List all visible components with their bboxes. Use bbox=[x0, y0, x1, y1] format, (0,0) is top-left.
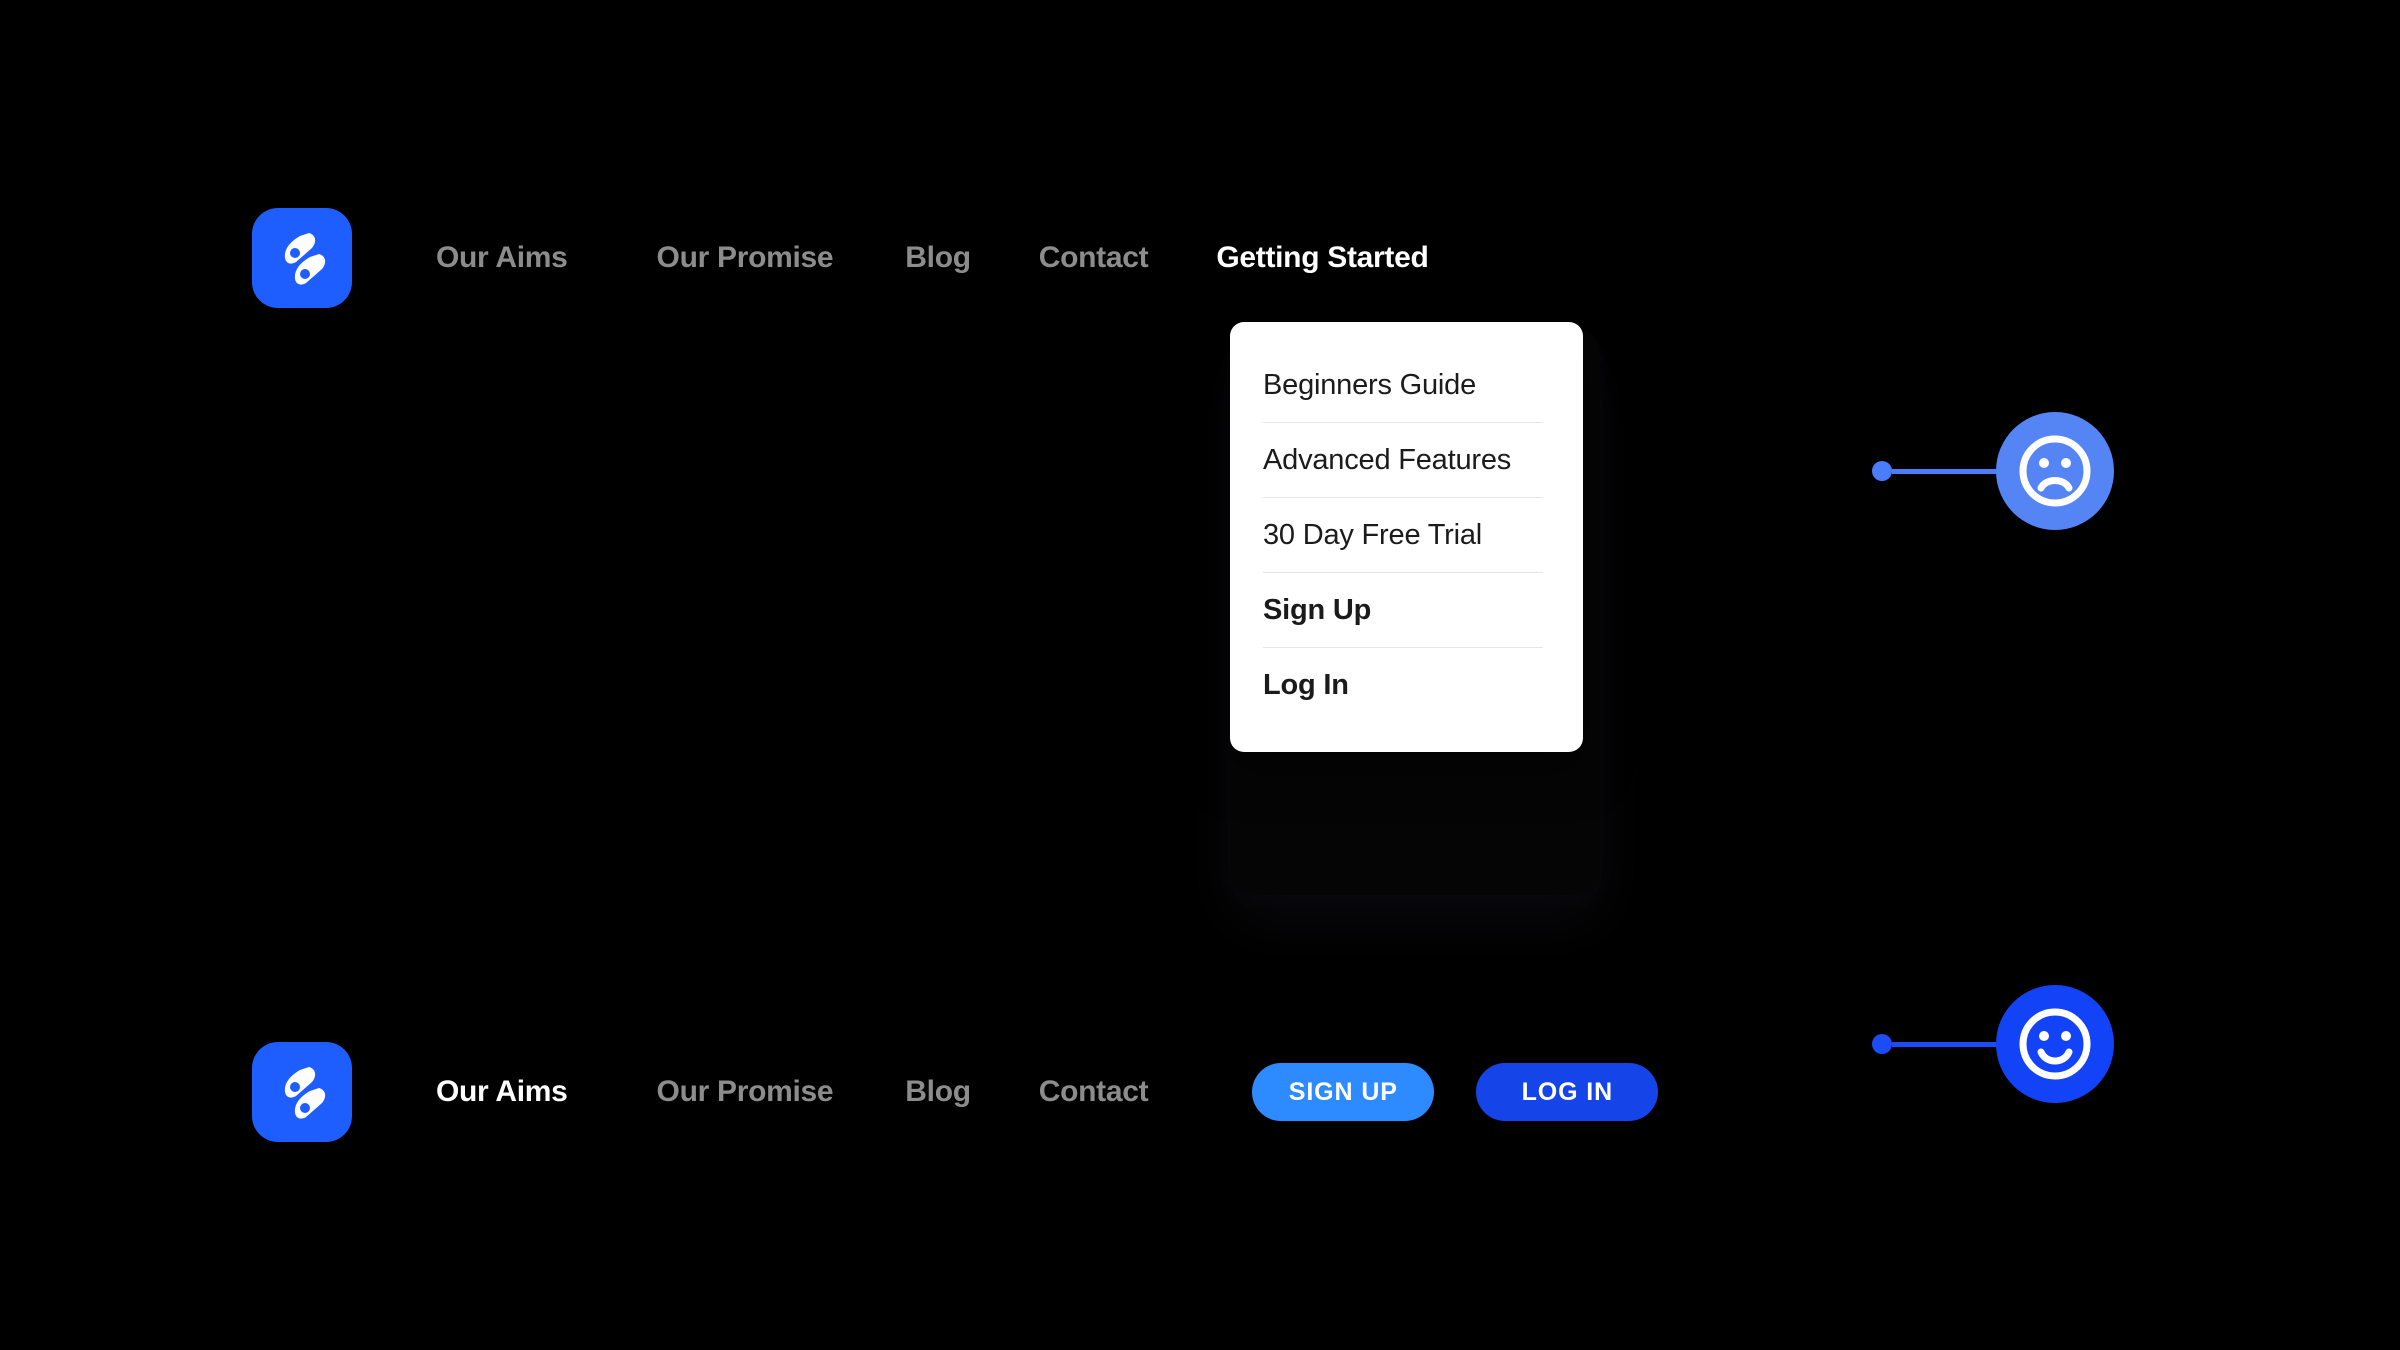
page-background bbox=[0, 0, 2400, 1350]
dropdown-item-beginners-guide[interactable]: Beginners Guide bbox=[1230, 348, 1583, 422]
bottom-navigation-bar: Our Aims Our Promise Blog Contact SIGN U… bbox=[252, 1042, 1659, 1142]
nav-item-blog[interactable]: Blog bbox=[905, 243, 971, 273]
connector-dot-icon bbox=[1872, 461, 1892, 481]
nav-item-getting-started[interactable]: Getting Started bbox=[1216, 243, 1428, 273]
nav-item-contact[interactable]: Contact bbox=[1039, 243, 1149, 273]
top-navigation-bar: Our Aims Our Promise Blog Contact Gettin… bbox=[252, 208, 1429, 308]
connector-line bbox=[1892, 1041, 2002, 1047]
nav-item-our-aims[interactable]: Our Aims bbox=[436, 243, 568, 273]
frowning-face-icon bbox=[1996, 412, 2114, 530]
top-nav-links: Our Aims Our Promise Blog Contact Gettin… bbox=[436, 243, 1429, 273]
mood-indicator-happy[interactable] bbox=[1872, 985, 2114, 1103]
connector-dot-icon bbox=[1872, 1034, 1892, 1054]
brand-leaf-logo-icon bbox=[252, 208, 352, 308]
connector-line bbox=[1892, 468, 2002, 474]
nav-item-contact[interactable]: Contact bbox=[1039, 1077, 1149, 1107]
dropdown-item-log-in[interactable]: Log In bbox=[1230, 648, 1583, 722]
nav-item-our-promise[interactable]: Our Promise bbox=[657, 243, 834, 273]
brand-logo-link[interactable] bbox=[252, 208, 352, 308]
nav-item-our-aims[interactable]: Our Aims bbox=[436, 1077, 568, 1107]
smiling-face-icon bbox=[1996, 985, 2114, 1103]
sign-up-button[interactable]: SIGN UP bbox=[1252, 1063, 1435, 1121]
brand-logo-link-bottom[interactable] bbox=[252, 1042, 352, 1142]
dropdown-item-sign-up[interactable]: Sign Up bbox=[1230, 573, 1583, 647]
getting-started-dropdown-menu: Beginners Guide Advanced Features 30 Day… bbox=[1230, 322, 1583, 752]
dropdown-item-advanced-features[interactable]: Advanced Features bbox=[1230, 423, 1583, 497]
log-in-button[interactable]: LOG IN bbox=[1476, 1063, 1659, 1121]
nav-item-blog[interactable]: Blog bbox=[905, 1077, 971, 1107]
nav-item-our-promise[interactable]: Our Promise bbox=[657, 1077, 834, 1107]
dropdown-item-30-day-free-trial[interactable]: 30 Day Free Trial bbox=[1230, 498, 1583, 572]
bottom-nav-links: Our Aims Our Promise Blog Contact bbox=[436, 1077, 1149, 1107]
mood-indicator-sad[interactable] bbox=[1872, 412, 2114, 530]
brand-leaf-logo-icon bbox=[252, 1042, 352, 1142]
